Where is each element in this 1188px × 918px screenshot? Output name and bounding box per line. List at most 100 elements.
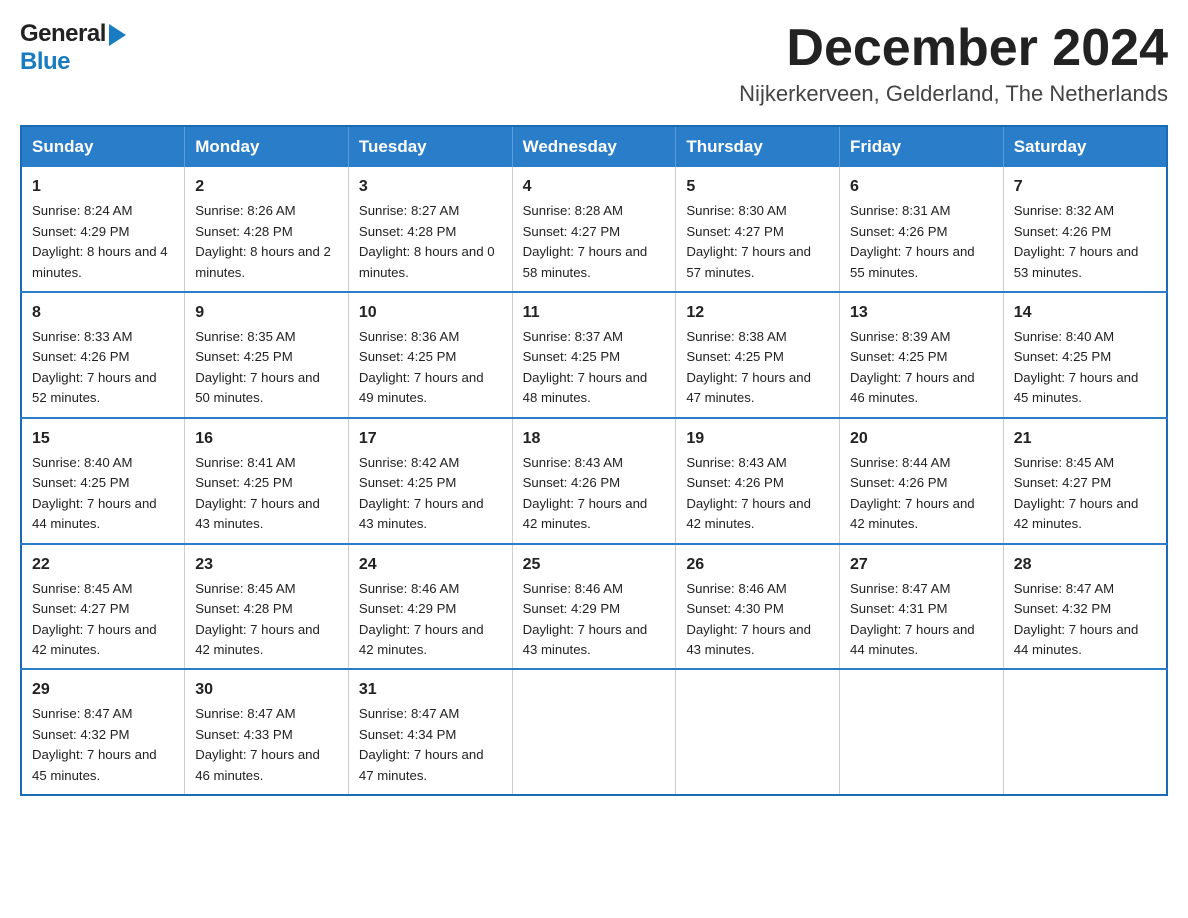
day-info: Sunrise: 8:43 AMSunset: 4:26 PMDaylight:… (523, 455, 648, 531)
calendar-cell: 19 Sunrise: 8:43 AMSunset: 4:26 PMDayligh… (676, 418, 840, 544)
day-number: 16 (195, 427, 338, 451)
day-info: Sunrise: 8:32 AMSunset: 4:26 PMDaylight:… (1014, 203, 1139, 279)
day-number: 17 (359, 427, 502, 451)
calendar-cell: 1 Sunrise: 8:24 AMSunset: 4:29 PMDaylight… (21, 167, 185, 292)
calendar-cell: 18 Sunrise: 8:43 AMSunset: 4:26 PMDayligh… (512, 418, 676, 544)
day-number: 22 (32, 553, 174, 577)
weekday-header-thursday: Thursday (676, 126, 840, 167)
calendar-cell (840, 669, 1004, 795)
calendar-cell: 8 Sunrise: 8:33 AMSunset: 4:26 PMDaylight… (21, 292, 185, 418)
day-number: 30 (195, 678, 338, 702)
calendar-cell: 21 Sunrise: 8:45 AMSunset: 4:27 PMDayligh… (1003, 418, 1167, 544)
calendar-cell: 20 Sunrise: 8:44 AMSunset: 4:26 PMDayligh… (840, 418, 1004, 544)
day-info: Sunrise: 8:38 AMSunset: 4:25 PMDaylight:… (686, 329, 811, 405)
day-info: Sunrise: 8:31 AMSunset: 4:26 PMDaylight:… (850, 203, 975, 279)
calendar-cell: 31 Sunrise: 8:47 AMSunset: 4:34 PMDayligh… (348, 669, 512, 795)
day-info: Sunrise: 8:47 AMSunset: 4:32 PMDaylight:… (1014, 581, 1139, 657)
weekday-header-saturday: Saturday (1003, 126, 1167, 167)
calendar-cell: 30 Sunrise: 8:47 AMSunset: 4:33 PMDayligh… (185, 669, 349, 795)
day-info: Sunrise: 8:27 AMSunset: 4:28 PMDaylight:… (359, 203, 495, 279)
day-info: Sunrise: 8:35 AMSunset: 4:25 PMDaylight:… (195, 329, 320, 405)
calendar-cell: 2 Sunrise: 8:26 AMSunset: 4:28 PMDaylight… (185, 167, 349, 292)
day-number: 14 (1014, 301, 1156, 325)
day-info: Sunrise: 8:33 AMSunset: 4:26 PMDaylight:… (32, 329, 157, 405)
calendar-cell: 27Sunrise: 8:47 AMSunset: 4:31 PMDayligh… (840, 544, 1004, 670)
logo-general-text: General (20, 20, 106, 48)
calendar-cell: 24 Sunrise: 8:46 AMSunset: 4:29 PMDayligh… (348, 544, 512, 670)
day-info: Sunrise: 8:39 AMSunset: 4:25 PMDaylight:… (850, 329, 975, 405)
day-info: Sunrise: 8:45 AMSunset: 4:27 PMDaylight:… (32, 581, 157, 657)
calendar-table: SundayMondayTuesdayWednesdayThursdayFrid… (20, 125, 1168, 796)
calendar-week-row: 29 Sunrise: 8:47 AMSunset: 4:32 PMDayligh… (21, 669, 1167, 795)
day-info: Sunrise: 8:28 AMSunset: 4:27 PMDaylight:… (523, 203, 648, 279)
day-number: 21 (1014, 427, 1156, 451)
day-info: Sunrise: 8:43 AMSunset: 4:26 PMDaylight:… (686, 455, 811, 531)
day-number: 12 (686, 301, 829, 325)
day-number: 9 (195, 301, 338, 325)
day-number: 13 (850, 301, 993, 325)
day-number: 5 (686, 175, 829, 199)
day-number: 18 (523, 427, 666, 451)
day-number: 1 (32, 175, 174, 199)
day-info: Sunrise: 8:46 AMSunset: 4:29 PMDaylight:… (523, 581, 648, 657)
weekday-header-tuesday: Tuesday (348, 126, 512, 167)
day-number: 25 (523, 553, 666, 577)
weekday-header-wednesday: Wednesday (512, 126, 676, 167)
day-info: Sunrise: 8:45 AMSunset: 4:27 PMDaylight:… (1014, 455, 1139, 531)
day-number: 24 (359, 553, 502, 577)
calendar-week-row: 15Sunrise: 8:40 AMSunset: 4:25 PMDayligh… (21, 418, 1167, 544)
calendar-cell: 14 Sunrise: 8:40 AMSunset: 4:25 PMDayligh… (1003, 292, 1167, 418)
day-number: 31 (359, 678, 502, 702)
day-info: Sunrise: 8:24 AMSunset: 4:29 PMDaylight:… (32, 203, 168, 279)
day-number: 26 (686, 553, 829, 577)
day-number: 2 (195, 175, 338, 199)
calendar-cell: 28 Sunrise: 8:47 AMSunset: 4:32 PMDayligh… (1003, 544, 1167, 670)
day-info: Sunrise: 8:46 AMSunset: 4:30 PMDaylight:… (686, 581, 811, 657)
day-number: 29 (32, 678, 174, 702)
logo-blue-text: Blue (20, 48, 70, 75)
day-number: 10 (359, 301, 502, 325)
day-number: 28 (1014, 553, 1156, 577)
title-area: December 2024 Nijkerkerveen, Gelderland,… (739, 20, 1168, 107)
calendar-week-row: 22 Sunrise: 8:45 AMSunset: 4:27 PMDayligh… (21, 544, 1167, 670)
day-number: 11 (523, 301, 666, 325)
day-info: Sunrise: 8:47 AMSunset: 4:33 PMDaylight:… (195, 706, 320, 782)
day-info: Sunrise: 8:40 AMSunset: 4:25 PMDaylight:… (32, 455, 157, 531)
day-info: Sunrise: 8:47 AMSunset: 4:34 PMDaylight:… (359, 706, 484, 782)
calendar-week-row: 1 Sunrise: 8:24 AMSunset: 4:29 PMDaylight… (21, 167, 1167, 292)
day-number: 7 (1014, 175, 1156, 199)
calendar-cell: 13 Sunrise: 8:39 AMSunset: 4:25 PMDayligh… (840, 292, 1004, 418)
calendar-cell: 22 Sunrise: 8:45 AMSunset: 4:27 PMDayligh… (21, 544, 185, 670)
calendar-cell: 23Sunrise: 8:45 AMSunset: 4:28 PMDayligh… (185, 544, 349, 670)
weekday-header-friday: Friday (840, 126, 1004, 167)
day-info: Sunrise: 8:47 AMSunset: 4:32 PMDaylight:… (32, 706, 157, 782)
day-info: Sunrise: 8:40 AMSunset: 4:25 PMDaylight:… (1014, 329, 1139, 405)
day-number: 23 (195, 553, 338, 577)
day-info: Sunrise: 8:36 AMSunset: 4:25 PMDaylight:… (359, 329, 484, 405)
calendar-cell: 11Sunrise: 8:37 AMSunset: 4:25 PMDayligh… (512, 292, 676, 418)
calendar-cell: 9 Sunrise: 8:35 AMSunset: 4:25 PMDaylight… (185, 292, 349, 418)
header: General Blue December 2024 Nijkerkerveen… (20, 20, 1168, 107)
day-number: 6 (850, 175, 993, 199)
day-info: Sunrise: 8:41 AMSunset: 4:25 PMDaylight:… (195, 455, 320, 531)
day-info: Sunrise: 8:46 AMSunset: 4:29 PMDaylight:… (359, 581, 484, 657)
day-number: 19 (686, 427, 829, 451)
calendar-cell: 16 Sunrise: 8:41 AMSunset: 4:25 PMDayligh… (185, 418, 349, 544)
logo-arrow-icon (109, 24, 126, 46)
month-title: December 2024 (739, 20, 1168, 77)
calendar-cell (1003, 669, 1167, 795)
day-info: Sunrise: 8:26 AMSunset: 4:28 PMDaylight:… (195, 203, 331, 279)
day-number: 8 (32, 301, 174, 325)
calendar-cell: 17 Sunrise: 8:42 AMSunset: 4:25 PMDayligh… (348, 418, 512, 544)
calendar-cell: 4Sunrise: 8:28 AMSunset: 4:27 PMDaylight… (512, 167, 676, 292)
day-number: 20 (850, 427, 993, 451)
day-info: Sunrise: 8:44 AMSunset: 4:26 PMDaylight:… (850, 455, 975, 531)
calendar-cell (512, 669, 676, 795)
logo: General Blue (20, 20, 126, 76)
calendar-cell: 26 Sunrise: 8:46 AMSunset: 4:30 PMDayligh… (676, 544, 840, 670)
day-info: Sunrise: 8:30 AMSunset: 4:27 PMDaylight:… (686, 203, 811, 279)
weekday-header-row: SundayMondayTuesdayWednesdayThursdayFrid… (21, 126, 1167, 167)
calendar-week-row: 8 Sunrise: 8:33 AMSunset: 4:26 PMDaylight… (21, 292, 1167, 418)
day-info: Sunrise: 8:42 AMSunset: 4:25 PMDaylight:… (359, 455, 484, 531)
day-number: 3 (359, 175, 502, 199)
